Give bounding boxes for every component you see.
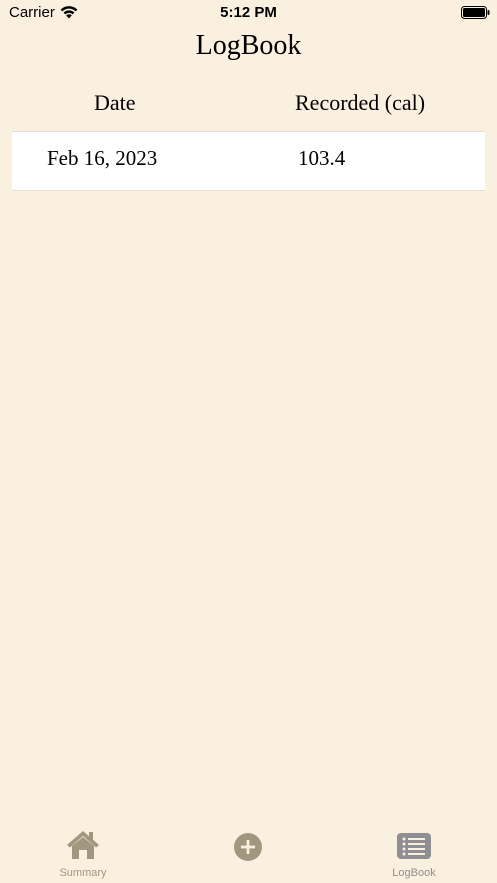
battery-icon bbox=[461, 6, 490, 19]
row-date: Feb 16, 2023 bbox=[47, 146, 158, 170]
tab-add[interactable] bbox=[188, 820, 308, 883]
list-icon bbox=[397, 833, 431, 859]
column-header-recorded: Recorded (cal) bbox=[295, 90, 426, 115]
house-icon bbox=[67, 831, 99, 859]
tab-summary[interactable]: Summary bbox=[23, 820, 143, 883]
logbook-table: Feb 16, 2023 103.4 bbox=[12, 131, 485, 191]
row-recorded-value: 103.4 bbox=[298, 146, 346, 170]
tab-logbook-label: LogBook bbox=[392, 867, 436, 879]
plus-circle-icon bbox=[234, 833, 262, 861]
status-time: 5:12 PM bbox=[220, 4, 277, 21]
page-title: LogBook bbox=[195, 30, 302, 61]
table-row[interactable]: Feb 16, 2023 103.4 bbox=[12, 131, 485, 191]
status-bar: Carrier 5:12 PM bbox=[0, 0, 497, 26]
tab-bar: Summary LogBook bbox=[0, 820, 497, 883]
tab-logbook[interactable]: LogBook bbox=[354, 820, 474, 883]
column-header-date: Date bbox=[94, 90, 136, 115]
tab-summary-label: Summary bbox=[59, 867, 107, 879]
